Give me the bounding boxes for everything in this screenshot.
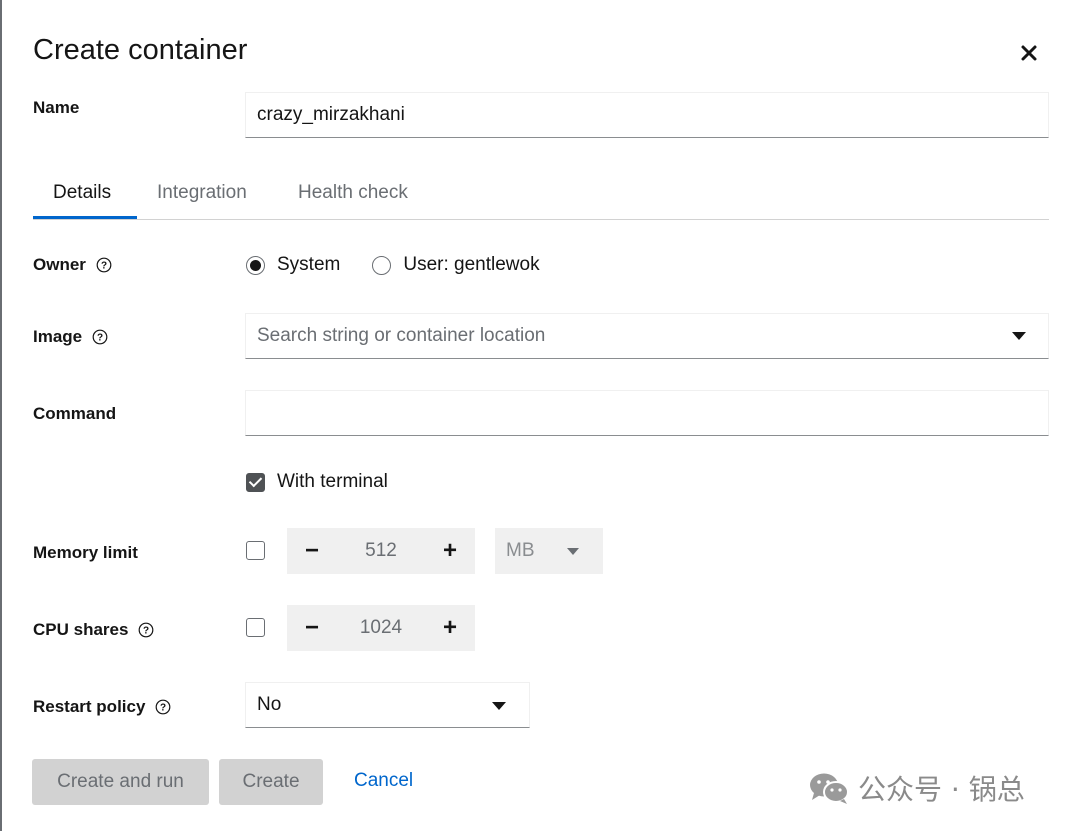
create-and-run-button[interactable]: Create and run [32, 759, 209, 805]
svg-text:?: ? [101, 261, 107, 272]
memory-unit-value: MB [506, 540, 535, 561]
owner-radio-system[interactable] [246, 255, 265, 275]
memory-stepper: − 512 + [287, 528, 475, 574]
close-icon [1021, 45, 1037, 61]
watermark-text: 公众号 · 锅总 [858, 773, 1025, 806]
svg-text:?: ? [143, 626, 149, 637]
cpu-shares-checkbox[interactable] [246, 618, 265, 637]
svg-text:?: ? [97, 333, 103, 344]
wechat-icon [810, 773, 849, 804]
caret-down-icon[interactable] [1012, 332, 1026, 340]
active-tab-indicator [33, 216, 137, 219]
memory-value[interactable]: 512 [337, 540, 425, 562]
close-button[interactable] [1018, 42, 1040, 64]
name-label: Name [33, 98, 80, 117]
terminal-checkbox[interactable] [246, 472, 265, 492]
owner-option-system-label: System [277, 254, 341, 275]
tab-bar: Details Integration Health check [33, 170, 1049, 220]
tab-integration[interactable]: Integration [157, 182, 247, 204]
image-search-placeholder: Search string or container location [257, 325, 546, 346]
tab-details[interactable]: Details [53, 182, 111, 204]
caret-down-icon [492, 702, 506, 710]
tab-health-check[interactable]: Health check [298, 182, 408, 204]
help-icon[interactable]: ? [92, 329, 108, 345]
terminal-option: With terminal [246, 471, 388, 493]
help-icon[interactable]: ? [138, 622, 154, 638]
memory-decrement-button[interactable]: − [287, 528, 337, 574]
cpu-value[interactable]: 1024 [337, 617, 425, 639]
cpu-shares-label: CPU shares ? [33, 620, 154, 640]
restart-policy-value: No [257, 694, 282, 715]
command-label: Command [33, 404, 117, 423]
command-input[interactable] [245, 390, 1049, 436]
terminal-label: With terminal [277, 471, 388, 492]
dialog-title: Create container [33, 34, 248, 66]
help-icon[interactable]: ? [96, 257, 112, 273]
cpu-increment-button[interactable]: + [425, 605, 475, 651]
svg-text:?: ? [160, 703, 166, 714]
memory-limit-checkbox[interactable] [246, 541, 265, 560]
cancel-button[interactable]: Cancel [354, 770, 413, 792]
name-input-value: crazy_mirzakhani [257, 104, 405, 125]
cpu-stepper: − 1024 + [287, 605, 475, 651]
image-label: Image ? [33, 327, 108, 347]
image-search-input[interactable]: Search string or container location [245, 313, 1049, 359]
caret-down-icon [567, 548, 579, 555]
owner-radio-user[interactable] [372, 255, 392, 275]
memory-increment-button[interactable]: + [425, 528, 475, 574]
owner-option-user-label: User: gentlewok [403, 254, 540, 275]
restart-policy-label: Restart policy ? [33, 697, 171, 717]
restart-policy-select[interactable]: No [245, 682, 530, 728]
owner-label: Owner ? [33, 255, 112, 275]
watermark: 公众号 · 锅总 [808, 768, 1025, 808]
left-edge-divider [0, 0, 2, 831]
create-button[interactable]: Create [219, 759, 323, 805]
memory-limit-label: Memory limit [33, 543, 138, 562]
cpu-decrement-button[interactable]: − [287, 605, 337, 651]
owner-radio-group: System User: gentlewok [246, 254, 572, 276]
name-input[interactable]: crazy_mirzakhani [245, 92, 1049, 138]
memory-unit-select[interactable]: MB [495, 528, 603, 574]
help-icon[interactable]: ? [155, 699, 171, 715]
